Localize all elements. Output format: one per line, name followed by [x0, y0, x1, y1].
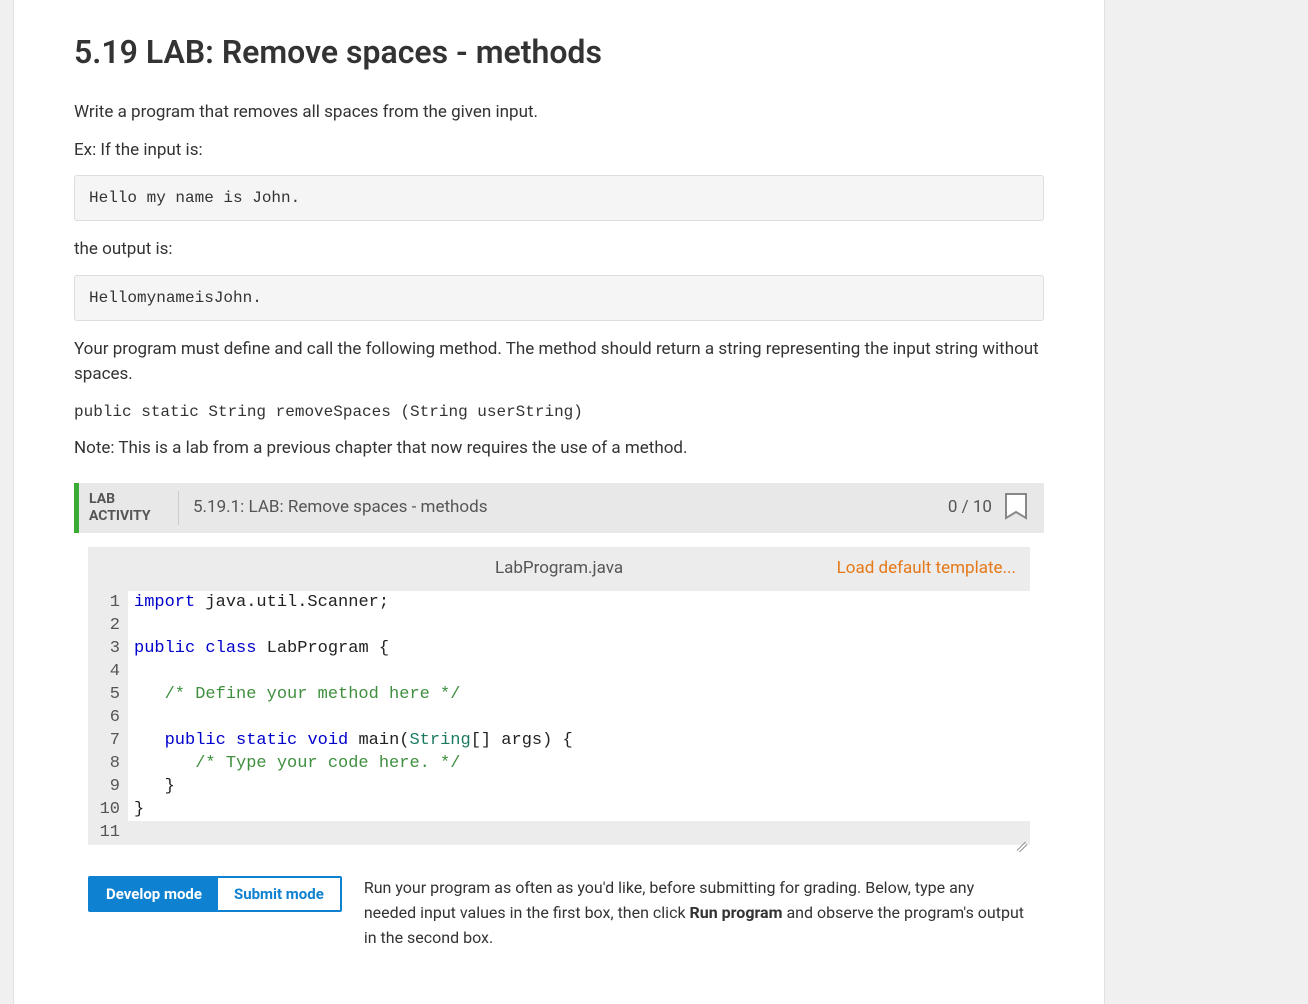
submit-mode-button[interactable]: Submit mode	[218, 878, 340, 910]
bookmark-icon[interactable]	[1002, 492, 1030, 524]
gutter-line: 11	[88, 821, 128, 844]
code-line[interactable]: /* Type your code here. */	[128, 752, 1030, 775]
method-desc: Your program must define and call the fo…	[74, 337, 1044, 388]
develop-mode-button[interactable]: Develop mode	[90, 878, 218, 910]
intro-text: Write a program that removes all spaces …	[74, 100, 1044, 126]
lab-activity-label: LAB ACTIVITY	[89, 491, 179, 525]
gutter-line: 8	[88, 752, 128, 775]
code-line[interactable]: import java.util.Scanner;	[128, 591, 1030, 614]
editor-panel: LabProgram.java Load default template...…	[74, 533, 1044, 964]
output-is-label: the output is:	[74, 237, 1044, 263]
gutter-line: 1	[88, 591, 128, 614]
code-line[interactable]	[128, 660, 1030, 683]
code-editor[interactable]: 1 import java.util.Scanner; 2 3 public c…	[88, 591, 1030, 854]
filename-tab[interactable]: LabProgram.java	[495, 556, 623, 582]
gutter-line: 3	[88, 637, 128, 660]
code-line[interactable]: public class LabProgram {	[128, 637, 1030, 660]
gutter-line: 6	[88, 706, 128, 729]
note-text: Note: This is a lab from a previous chap…	[74, 436, 1044, 462]
lab-activity-block: LAB ACTIVITY 5.19.1: LAB: Remove spaces …	[74, 483, 1044, 964]
code-line[interactable]: }	[128, 798, 1030, 821]
editor-tabbar: LabProgram.java Load default template...	[88, 547, 1030, 591]
code-line[interactable]	[128, 614, 1030, 637]
mode-toggle: Develop mode Submit mode	[88, 876, 342, 912]
gutter-line: 2	[88, 614, 128, 637]
code-line[interactable]: }	[128, 775, 1030, 798]
mode-row: Develop mode Submit mode Run your progra…	[88, 876, 1030, 950]
run-program-bold: Run program	[690, 903, 783, 922]
gutter-line: 5	[88, 683, 128, 706]
lab-label-bottom: ACTIVITY	[89, 508, 168, 525]
code-line[interactable]	[128, 706, 1030, 729]
gutter-line: 7	[88, 729, 128, 752]
code-line[interactable]: public static void main(String[] args) {	[128, 729, 1030, 752]
code-line[interactable]	[128, 821, 1030, 844]
resize-handle[interactable]	[88, 844, 1030, 854]
page-title: 5.19 LAB: Remove spaces - methods	[74, 28, 1044, 76]
example-output-box: HellomynameisJohn.	[74, 275, 1044, 321]
gutter-line: 4	[88, 660, 128, 683]
lab-score: 0 / 10	[948, 495, 992, 521]
gutter-line: 10	[88, 798, 128, 821]
gutter-line: 9	[88, 775, 128, 798]
lab-label-top: LAB	[89, 491, 168, 508]
mode-description: Run your program as often as you'd like,…	[364, 876, 1030, 950]
example-input-label: Ex: If the input is:	[74, 138, 1044, 164]
code-line[interactable]: /* Define your method here */	[128, 683, 1030, 706]
example-input-box: Hello my name is John.	[74, 175, 1044, 221]
method-signature: public static String removeSpaces (Strin…	[74, 400, 1044, 424]
lab-title: 5.19.1: LAB: Remove spaces - methods	[193, 495, 948, 521]
load-default-link[interactable]: Load default template...	[837, 556, 1030, 582]
content-area: 5.19 LAB: Remove spaces - methods Write …	[14, 0, 1104, 1004]
lab-header: LAB ACTIVITY 5.19.1: LAB: Remove spaces …	[74, 483, 1044, 533]
